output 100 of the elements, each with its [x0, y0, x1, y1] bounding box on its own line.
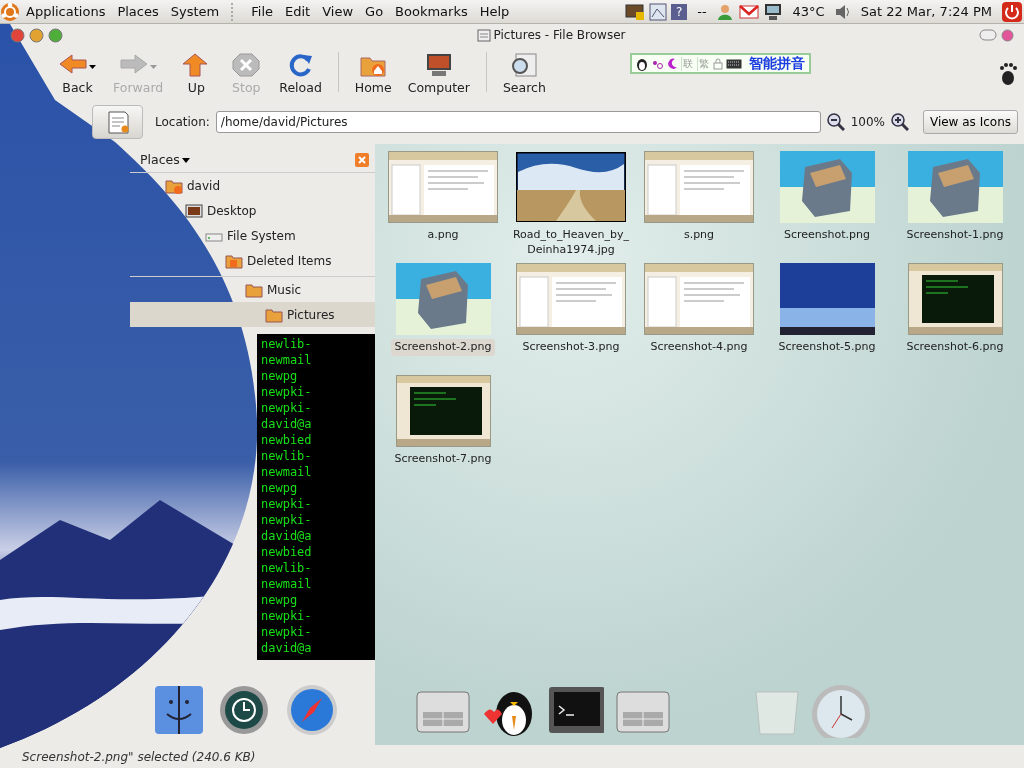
- image-thumbnail[interactable]: [907, 151, 1003, 223]
- window-title: Pictures - File Browser: [493, 28, 626, 42]
- file-name[interactable]: s.png: [679, 227, 719, 244]
- footprint-icon[interactable]: [998, 62, 1018, 86]
- file-name[interactable]: Screenshot-5.png: [774, 339, 880, 356]
- image-thumbnail[interactable]: [907, 263, 1003, 335]
- file-name[interactable]: a.png: [423, 227, 463, 244]
- places-dropdown[interactable]: Places: [140, 152, 180, 167]
- sidebar-item[interactable]: Music: [130, 277, 375, 302]
- terminal-line: newbied: [261, 432, 313, 448]
- terminal-line: newpg: [261, 368, 299, 384]
- file-name[interactable]: Screenshot-7.png: [390, 451, 496, 468]
- toolbar-button[interactable]: Computer: [399, 46, 478, 96]
- file-name[interactable]: Screenshot-2.png: [390, 339, 496, 356]
- location-field[interactable]: /home/david/Pictures: [215, 111, 821, 133]
- folder-icon: [265, 306, 283, 323]
- computer-icon[interactable]: [762, 2, 783, 21]
- desktop-icon: [185, 202, 203, 219]
- file-name[interactable]: Screenshot-1.png: [902, 227, 1008, 244]
- folder-icon: [245, 281, 263, 298]
- menu-item[interactable]: View: [316, 4, 360, 19]
- file-name[interactable]: Screenshot-6.png: [902, 339, 1008, 356]
- file-name[interactable]: Screenshot-3.png: [518, 339, 624, 356]
- terminal-line: newlib-: [261, 448, 313, 464]
- menu-item[interactable]: Edit: [279, 4, 317, 19]
- zoom-in-icon[interactable]: [890, 113, 909, 131]
- image-thumbnail[interactable]: [644, 151, 754, 223]
- image-thumbnail[interactable]: [779, 263, 875, 335]
- close-pane-icon[interactable]: [355, 152, 369, 167]
- terminal-line: newpg: [261, 592, 299, 608]
- toolbar-button[interactable]: Home: [346, 46, 400, 96]
- sidebar-item[interactable]: david: [130, 173, 375, 198]
- image-thumbnail[interactable]: [388, 151, 498, 223]
- toolbar-button[interactable]: Reload: [271, 46, 330, 96]
- search-icon: [509, 52, 540, 78]
- help-icon[interactable]: ?: [671, 3, 688, 20]
- terminal-line: newpki-: [261, 624, 313, 640]
- minimize-button[interactable]: [29, 27, 44, 43]
- temperature-text: 43°C: [791, 4, 826, 19]
- sidebar-item[interactable]: Deleted Items: [130, 248, 375, 273]
- keyboard-icon[interactable]: [726, 58, 742, 69]
- terminal-line: newmail: [261, 464, 313, 480]
- toolbar-button[interactable]: Search: [494, 46, 554, 96]
- terminal-line: david@a: [261, 528, 313, 544]
- ubuntu-logo-icon[interactable]: [0, 1, 20, 22]
- terminal-line: newlib-: [261, 336, 313, 352]
- terminal-line: newbied: [261, 544, 313, 560]
- menu-item[interactable]: Go: [359, 4, 390, 19]
- file-name[interactable]: Screenshot-4.png: [646, 339, 752, 356]
- file-name[interactable]: Screenshot.png: [780, 227, 874, 244]
- speaker-icon[interactable]: [834, 3, 851, 20]
- file-browser-icon: [476, 28, 491, 42]
- image-thumbnail[interactable]: [395, 263, 491, 335]
- toolbar-button[interactable]: Up: [171, 46, 222, 96]
- terminal-line: newmail: [261, 576, 313, 592]
- back-button[interactable]: Back: [50, 46, 105, 96]
- panel-menu[interactable]: Applications: [20, 4, 112, 19]
- zoom-out-icon[interactable]: [826, 113, 845, 131]
- image-thumbnail[interactable]: [395, 375, 491, 447]
- menu-item[interactable]: Help: [473, 4, 516, 19]
- mail-icon[interactable]: [738, 3, 759, 20]
- moon-icon[interactable]: [666, 57, 678, 70]
- power-icon[interactable]: [1002, 1, 1022, 22]
- terminal-line: newpki-: [261, 512, 313, 528]
- clock-text[interactable]: Sat 22 Mar, 7:24 PM: [854, 4, 998, 19]
- stop-icon: [231, 52, 262, 78]
- trash-folder-icon: [225, 252, 243, 269]
- panel-menu[interactable]: System: [164, 4, 226, 19]
- sidebar-item[interactable]: File System: [130, 223, 375, 248]
- terminal-line: newlib-: [261, 560, 313, 576]
- zoom-level: 100%: [850, 115, 885, 129]
- sidebar-item[interactable]: Pictures: [130, 302, 375, 327]
- terminal-line: newmail: [261, 352, 313, 368]
- terminal-line: newpki-: [261, 496, 313, 512]
- monitor-lock-icon[interactable]: [625, 2, 646, 21]
- input-mode-label[interactable]: 智能拼音: [745, 54, 805, 73]
- file-name[interactable]: Road_to_Heaven_by_Deinha1974.jpg: [507, 227, 635, 259]
- menu-item[interactable]: Bookmarks: [389, 4, 474, 19]
- status-text: Screenshot-2.png" selected (240.6 KB): [21, 748, 257, 766]
- close-button[interactable]: [10, 27, 25, 43]
- dropdown-arrow-icon[interactable]: [181, 155, 190, 164]
- image-thumbnail[interactable]: [644, 263, 754, 335]
- image-thumbnail[interactable]: [516, 263, 626, 335]
- panel-menu[interactable]: Places: [111, 4, 165, 19]
- maximize-button[interactable]: [48, 27, 63, 43]
- home-folder-icon: [165, 177, 183, 194]
- user-status-icon[interactable]: [716, 2, 735, 21]
- terminal-line: newpki-: [261, 608, 313, 624]
- sidebar-item[interactable]: Desktop: [130, 198, 375, 223]
- view-mode-button[interactable]: View as Icons: [922, 110, 1018, 134]
- close-dot-button[interactable]: [1001, 28, 1014, 42]
- image-icon[interactable]: [649, 2, 668, 21]
- image-thumbnail[interactable]: [516, 152, 626, 222]
- menu-item[interactable]: File: [245, 4, 279, 19]
- penguin-icon[interactable]: [636, 56, 648, 71]
- image-thumbnail[interactable]: [779, 151, 875, 223]
- clock-icon[interactable]: [810, 684, 872, 738]
- terminal-line: newpg: [261, 480, 299, 496]
- location-toggle-button[interactable]: [92, 105, 144, 139]
- terminal-line: david@a: [261, 640, 313, 656]
